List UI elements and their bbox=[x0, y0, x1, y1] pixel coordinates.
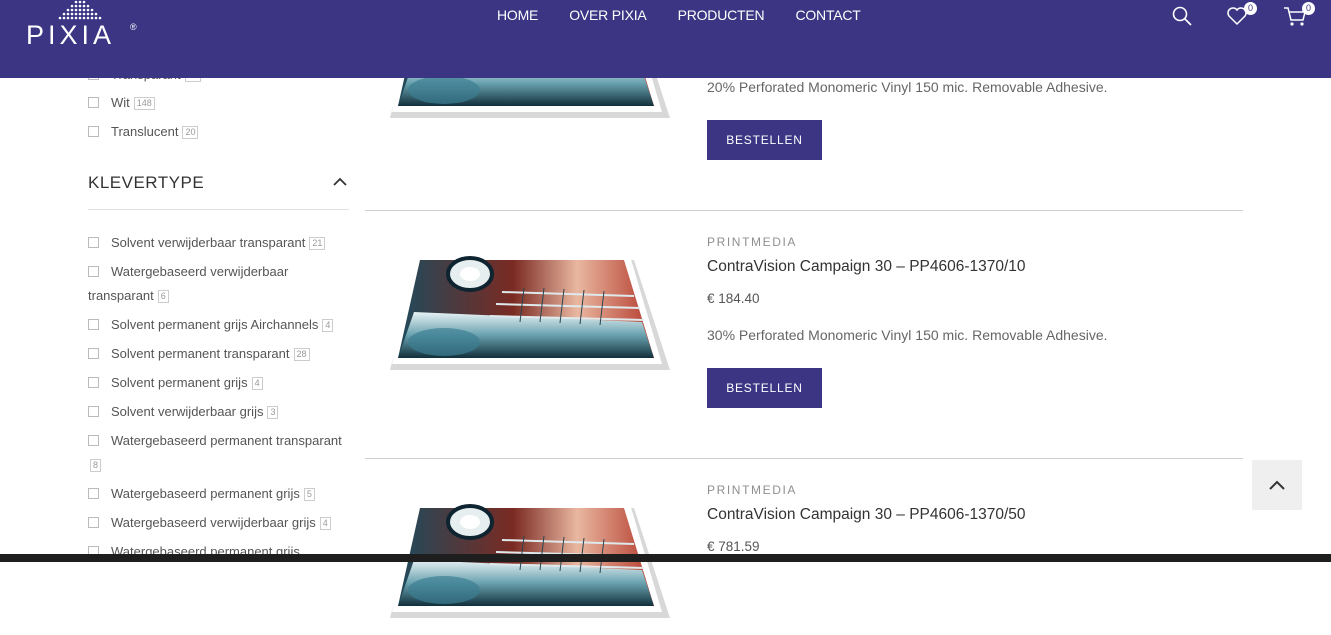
product-title[interactable]: ContraVision Campaign 30 – PP4606-1370/5… bbox=[707, 506, 1026, 524]
filter-count: 148 bbox=[133, 97, 155, 111]
nav-contact[interactable]: CONTACT bbox=[795, 7, 860, 23]
wishlist-count-badge: 0 bbox=[1244, 2, 1257, 15]
filter-item-klevertype[interactable]: Watergebaseerd verwijderbaar grijs 4 bbox=[88, 511, 331, 535]
filter-label: Watergebaseerd verwijderbaar grijs bbox=[111, 515, 316, 530]
filter-item-klevertype[interactable]: Watergebaseerd permanent grijs 5 bbox=[88, 482, 315, 506]
filter-label: Watergebaseerd verwijderbaar bbox=[111, 264, 289, 279]
checkbox[interactable] bbox=[88, 319, 99, 331]
filter-item-klevertype[interactable]: Solvent permanent grijs Airchannels 4 bbox=[88, 313, 334, 337]
filter-label: Solvent verwijderbaar transparant bbox=[111, 235, 306, 250]
filter-item-wit[interactable]: Wit 148 bbox=[88, 91, 155, 115]
chevron-up-icon bbox=[1269, 480, 1285, 490]
checkbox[interactable] bbox=[88, 406, 99, 418]
product-title[interactable]: ContraVision Campaign 30 – PP4606-1370/1… bbox=[707, 258, 1026, 276]
nav-producten[interactable]: PRODUCTEN bbox=[678, 7, 765, 23]
filter-count: 21 bbox=[309, 237, 326, 251]
order-button[interactable]: BESTELLEN bbox=[707, 120, 822, 160]
filter-count: 5 bbox=[303, 488, 315, 502]
checkbox[interactable] bbox=[88, 377, 99, 389]
product-category: PRINTMEDIA bbox=[707, 235, 798, 249]
filter-label: Solvent verwijderbaar grijs bbox=[111, 404, 264, 419]
filter-item-klevertype[interactable]: Solvent verwijderbaar grijs 3 bbox=[88, 400, 279, 424]
cart-count-badge: 0 bbox=[1302, 2, 1315, 15]
filter-label: Watergebaseerd permanent transparant bbox=[111, 433, 342, 448]
checkbox[interactable] bbox=[88, 517, 99, 529]
filter-label: Solvent permanent transparant bbox=[111, 346, 290, 361]
filter-section-title: KLEVERTYPE bbox=[88, 173, 205, 192]
checkbox[interactable] bbox=[88, 348, 99, 360]
taskbar-strip bbox=[0, 554, 1331, 562]
nav-home[interactable]: HOME bbox=[497, 7, 538, 23]
logo-text: PIXIA bbox=[26, 20, 116, 50]
wishlist-button[interactable]: 0 bbox=[1225, 2, 1257, 28]
filter-item-translucent[interactable]: Translucent 20 bbox=[88, 120, 199, 144]
filter-item-klevertype[interactable]: Watergebaseerd verwijderbaar transparant 6 bbox=[88, 260, 328, 308]
checkbox[interactable] bbox=[88, 266, 99, 278]
filter-count: 4 bbox=[251, 377, 263, 391]
checkbox[interactable] bbox=[88, 488, 99, 500]
filter-count: 6 bbox=[157, 290, 169, 304]
product-category: PRINTMEDIA bbox=[707, 483, 798, 497]
filter-count: 28 bbox=[293, 348, 310, 362]
filter-count: 8 bbox=[90, 459, 102, 473]
checkbox[interactable] bbox=[88, 237, 99, 249]
checkbox[interactable] bbox=[88, 126, 99, 138]
checkbox[interactable] bbox=[88, 435, 99, 447]
site-header: PIXIA ® HOME OVER PIXIA PRODUCTEN CONTAC… bbox=[0, 0, 1331, 78]
filter-label: Translucent bbox=[111, 124, 179, 139]
filter-label: Solvent permanent grijs bbox=[111, 375, 248, 390]
filter-item-klevertype[interactable]: Watergebaseerd permanent transparant 8 bbox=[88, 429, 350, 477]
product-description: 20% Perforated Monomeric Vinyl 150 mic. … bbox=[707, 79, 1108, 95]
main-nav: HOME OVER PIXIA PRODUCTEN CONTACT bbox=[497, 7, 892, 23]
logo-registered-mark: ® bbox=[130, 22, 137, 32]
product-price: € 184.40 bbox=[707, 291, 760, 306]
cart-button[interactable]: 0 bbox=[1283, 2, 1315, 28]
filter-label: Solvent permanent grijs Airchannels bbox=[111, 317, 319, 332]
section-divider bbox=[88, 209, 349, 210]
logo-dots-icon bbox=[58, 0, 102, 20]
product-divider bbox=[365, 458, 1243, 459]
filter-label-continued: transparant bbox=[88, 288, 154, 303]
product-price: € 781.59 bbox=[707, 539, 760, 554]
filter-item-klevertype[interactable]: Solvent permanent grijs 4 bbox=[88, 371, 263, 395]
filter-label: Wit bbox=[111, 95, 130, 110]
search-icon[interactable] bbox=[1170, 4, 1194, 28]
filter-label: Watergebaseerd permanent grijs bbox=[111, 486, 300, 501]
product-image[interactable] bbox=[384, 500, 676, 635]
product-divider bbox=[365, 210, 1243, 211]
nav-over-pixia[interactable]: OVER PIXIA bbox=[569, 7, 647, 23]
filter-count: 20 bbox=[182, 126, 199, 140]
filter-count: 3 bbox=[267, 406, 279, 420]
back-to-top-button[interactable] bbox=[1252, 460, 1302, 510]
checkbox[interactable] bbox=[88, 97, 99, 109]
order-button[interactable]: BESTELLEN bbox=[707, 368, 822, 408]
product-description: 30% Perforated Monomeric Vinyl 150 mic. … bbox=[707, 327, 1108, 343]
logo[interactable]: PIXIA ® bbox=[26, 0, 146, 56]
filter-item-klevertype[interactable]: Solvent verwijderbaar transparant 21 bbox=[88, 231, 326, 255]
chevron-up-icon[interactable] bbox=[330, 174, 350, 190]
product-image[interactable] bbox=[384, 252, 676, 387]
filter-count: 4 bbox=[319, 517, 331, 531]
filter-item-klevertype[interactable]: Solvent permanent transparant 28 bbox=[88, 342, 310, 366]
filter-count: 4 bbox=[322, 319, 334, 333]
